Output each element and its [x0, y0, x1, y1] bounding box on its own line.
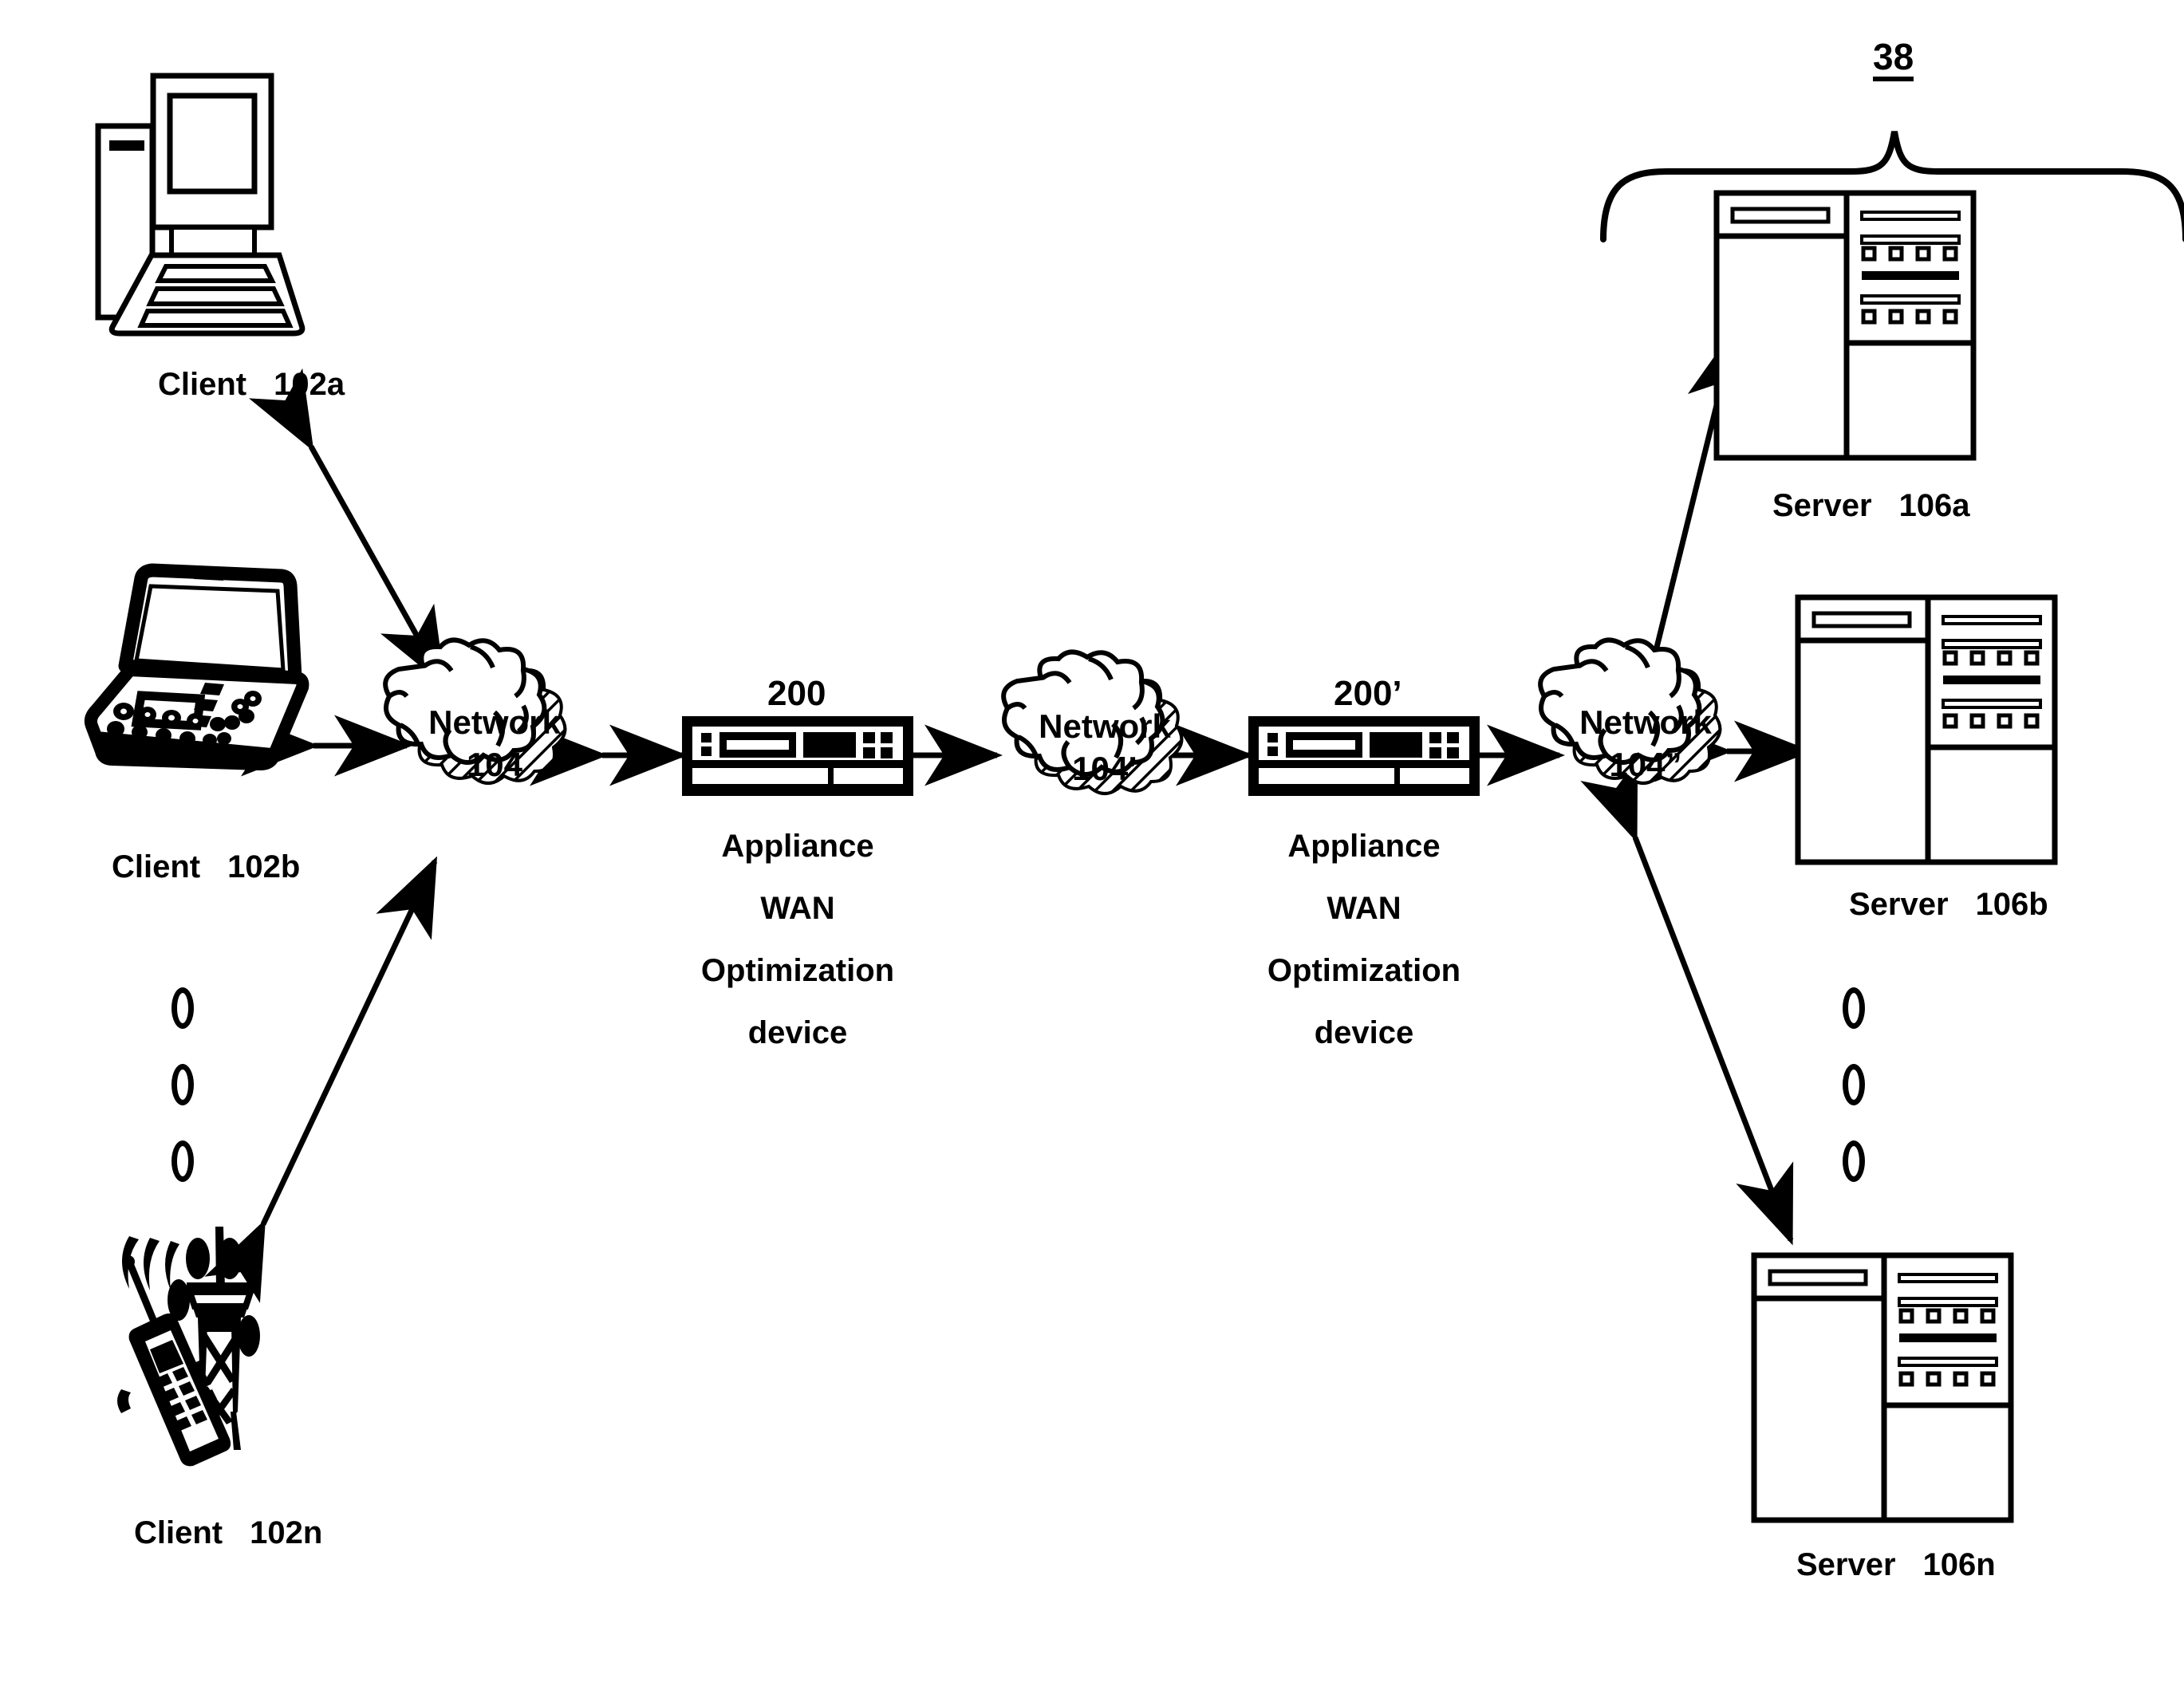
network-cloud-icon [383, 637, 567, 785]
client-102a-label: Client [158, 367, 247, 402]
arrow-client102n-network104 [204, 856, 438, 1303]
desktop-computer-icon [95, 73, 306, 337]
network-104pp-node[interactable] [1530, 637, 1761, 865]
client-102a-ref: 102a [274, 367, 345, 402]
appliance-200-line4: device [747, 1015, 848, 1050]
network-104p-node[interactable] [993, 649, 1216, 869]
mobile-phone-tower-icon [117, 1227, 260, 1467]
ellipsis-dot [171, 987, 194, 1029]
laptop-computer-icon [84, 563, 309, 770]
client-102a-caption-row: Client 102a [158, 367, 345, 403]
server-rack-icon [1713, 190, 1977, 461]
ellipsis-dot [1843, 1140, 1865, 1182]
appliance-200p-number: 200’ [1334, 674, 1402, 713]
figure-canvas: 38 Client 102a Client 102b Client 102n N… [0, 0, 2184, 1682]
server-106a-ref: 106a [1898, 488, 1970, 523]
arrow-network104pp-server106n [1580, 758, 1794, 1246]
server-106a-caption-row: Server 106a [1772, 488, 1970, 524]
server-106b-caption-row: Server 106b [1849, 887, 2048, 923]
server-106n-label: Server [1796, 1547, 1896, 1582]
server-106n-caption-row: Server 106n [1796, 1547, 1996, 1583]
server-106n-ref: 106n [1922, 1547, 1996, 1582]
ellipsis-dot [171, 1140, 194, 1182]
appliance-200p-caption: Appliance WAN Optimization device [1248, 815, 1480, 1064]
server-106a-label: Server [1772, 488, 1872, 523]
appliance-200p-line3: Optimization [1267, 953, 1461, 988]
clients-vertical-ellipsis [171, 987, 194, 1182]
appliance-200p-line4: device [1314, 1015, 1414, 1050]
network-cloud-icon [1538, 637, 1722, 785]
appliance-200-line3: Optimization [700, 953, 895, 988]
server-106b-ref: 106b [1975, 887, 2048, 922]
server-106a-node[interactable] [1713, 190, 1977, 461]
client-102a-node[interactable] [48, 56, 351, 391]
appliance-200p-line2: WAN [1327, 891, 1401, 926]
client-102b-ref: 102b [227, 849, 301, 884]
network-cloud-icon [1001, 649, 1184, 795]
client-102b-caption-row: Client 102b [112, 849, 300, 885]
client-102n-node[interactable] [104, 1212, 359, 1515]
servers-vertical-ellipsis [1843, 987, 1865, 1182]
appliance-device-icon [1248, 716, 1480, 796]
group-reference-38: 38 [1873, 38, 1914, 81]
server-106b-label: Server [1849, 887, 1949, 922]
network-104-node[interactable] [375, 637, 614, 869]
ellipsis-dot [171, 1064, 194, 1105]
appliance-200-line2: WAN [760, 891, 835, 926]
appliance-200-number: 200 [767, 674, 826, 713]
appliance-200p-line1: Appliance [1287, 829, 1441, 864]
ellipsis-dot [1843, 1064, 1865, 1105]
server-rack-icon [1795, 594, 2058, 865]
server-106n-node[interactable] [1751, 1252, 2014, 1523]
server-106b-node[interactable] [1795, 594, 2058, 865]
appliance-200-node[interactable] [682, 716, 913, 796]
client-102n-caption-row: Client 102n [134, 1515, 322, 1551]
client-102b-label: Client [112, 849, 201, 884]
ellipsis-dot [1843, 987, 1865, 1029]
server-rack-icon [1751, 1252, 2014, 1523]
appliance-200-caption: Appliance WAN Optimization device [682, 815, 913, 1064]
appliance-200-line1: Appliance [721, 829, 874, 864]
client-102n-ref: 102n [250, 1515, 323, 1550]
client-102b-node[interactable] [84, 558, 347, 798]
client-102n-label: Client [134, 1515, 223, 1550]
appliance-200p-node[interactable] [1248, 716, 1480, 796]
appliance-device-icon [682, 716, 913, 796]
